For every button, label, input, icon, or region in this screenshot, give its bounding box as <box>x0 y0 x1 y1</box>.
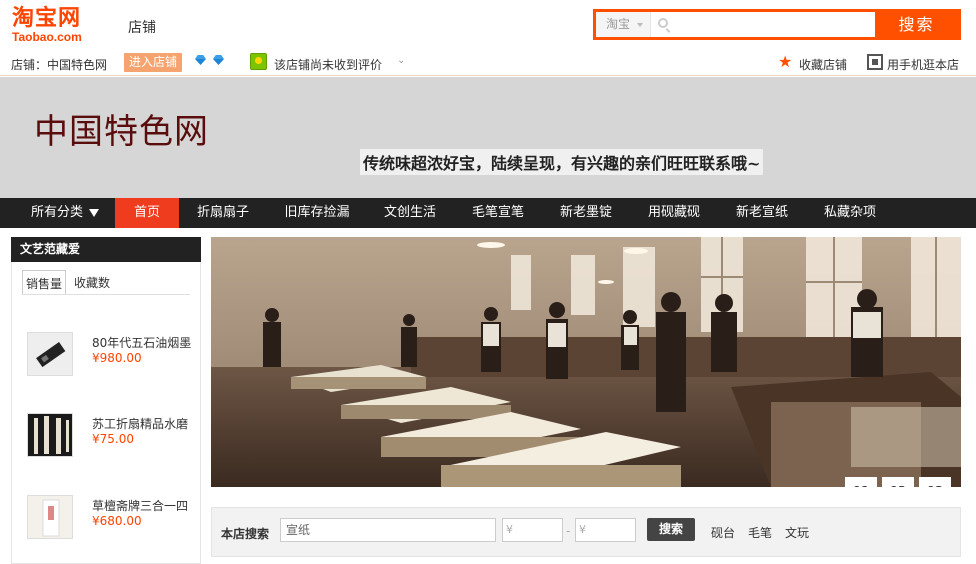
shop-info-bar: 店铺：中国特色网 进入店铺 该店铺尚未收到评价 ⌄ ★ 收藏店铺 用手机逛本店 <box>0 50 976 76</box>
mobile-label: 用手机逛本店 <box>887 58 960 72</box>
hot-keyword-link[interactable]: 毛笔 <box>748 524 772 541</box>
product-thumbnail[interactable] <box>27 495 73 539</box>
list-item[interactable]: 草檀斋牌三合一四 ¥680.00 <box>27 495 197 555</box>
product-name[interactable]: 80年代五石油烟墨 <box>92 334 191 351</box>
price-max-field[interactable]: ¥ <box>575 518 636 542</box>
shop-title: 中国特色网 <box>34 112 209 152</box>
rating-icon <box>250 53 267 70</box>
chevron-down-icon[interactable]: ⌄ <box>397 55 405 66</box>
nav-item-creative[interactable]: 文创生活 <box>375 198 445 228</box>
list-item[interactable]: 80年代五石油烟墨 ¥980.00 <box>27 332 197 392</box>
shop-name-line: 店铺：中国特色网 <box>11 56 107 73</box>
shop-name[interactable]: 中国特色网 <box>47 58 107 72</box>
nav-item-brushes[interactable]: 毛笔宣笔 <box>463 198 533 228</box>
ranking-panel: 文艺范藏爱 销售量 收藏数 80年代五石油烟墨 ¥980.00 苏工折扇精品水磨… <box>11 237 201 564</box>
rating-text: 该店铺尚未收到评价 <box>274 58 383 72</box>
product-name[interactable]: 草檀斋牌三合一四 <box>92 497 188 514</box>
all-categories-label: 所有分类 <box>31 205 84 220</box>
all-categories-menu[interactable]: 所有分类 <box>18 198 108 228</box>
product-price: ¥680.00 <box>92 514 142 528</box>
shop-search-label: 本店搜索 <box>221 527 270 541</box>
carousel-page-button[interactable]: 02 <box>882 477 914 487</box>
carousel-page-button[interactable]: 03 <box>919 477 951 487</box>
nav-item-fans[interactable]: 折扇扇子 <box>187 198 259 228</box>
enter-shop-button[interactable]: 进入店铺 <box>124 53 183 72</box>
nav-item-ink-sticks[interactable]: 新老墨锭 <box>551 198 621 228</box>
shop-search-button[interactable]: 搜索 <box>647 518 695 541</box>
tab-favorites[interactable]: 收藏数 <box>71 270 113 295</box>
price-min-field[interactable]: ¥ <box>502 518 563 542</box>
logo-en: Taobao.com <box>12 30 82 44</box>
global-search: 淘宝 搜索 <box>593 9 961 40</box>
panel-title: 文艺范藏爱 <box>11 237 201 262</box>
tab-divider <box>22 294 190 295</box>
tab-sales[interactable]: 销售量 <box>22 270 67 295</box>
taobao-logo[interactable]: 淘宝网 Taobao.com <box>12 6 102 45</box>
diamond-icon <box>213 55 224 65</box>
diamond-icon <box>195 55 206 65</box>
star-icon: ★ <box>778 52 793 71</box>
product-thumbnail[interactable] <box>27 332 73 376</box>
price-separator: - <box>566 524 571 538</box>
chevron-down-icon <box>637 23 643 27</box>
shop-label: 店铺： <box>11 58 48 72</box>
search-scope-label: 淘宝 <box>606 17 631 31</box>
favorite-label: 收藏店铺 <box>799 58 848 72</box>
hot-keyword-link[interactable]: 文玩 <box>785 524 809 541</box>
list-item[interactable]: 苏工折扇精品水磨 ¥75.00 <box>27 413 197 473</box>
hero-carousel[interactable]: 01 02 03 <box>211 237 961 487</box>
caret-down-icon <box>89 208 100 217</box>
nav-item-collectibles[interactable]: 私藏杂项 <box>815 198 885 228</box>
nav-item-xuan-paper[interactable]: 新老宣纸 <box>727 198 797 228</box>
product-name[interactable]: 苏工折扇精品水磨 <box>92 415 188 432</box>
carousel-page-button[interactable]: 01 <box>845 477 877 487</box>
workshop-photo <box>211 237 961 487</box>
shop-search-bar: 本店搜索 宣纸 ¥ - ¥ 搜索 砚台 毛笔 文玩 <box>211 507 961 557</box>
nav-item-old-stock[interactable]: 旧库存捡漏 <box>277 198 357 228</box>
logo-cn: 淘宝网 <box>12 6 82 31</box>
shop-slogan: 传统味超浓好宝，陆续呈现，有兴趣的亲们旺旺联系哦~ <box>360 149 764 175</box>
product-thumbnail[interactable] <box>27 413 73 457</box>
nav-item-inkstones[interactable]: 用砚藏砚 <box>639 198 709 228</box>
store-link[interactable]: 店铺 <box>128 17 156 37</box>
product-price: ¥75.00 <box>92 432 134 446</box>
search-scope-select[interactable]: 淘宝 <box>596 12 651 37</box>
hot-keyword-link[interactable]: 砚台 <box>711 524 735 541</box>
search-button[interactable]: 搜索 <box>875 12 958 37</box>
qrcode-icon <box>867 54 883 70</box>
category-nav: 所有分类 首页 折扇扇子 旧库存捡漏 文创生活 毛笔宣笔 新老墨锭 用砚藏砚 新… <box>0 198 976 228</box>
shop-search-input[interactable]: 宣纸 <box>280 518 496 542</box>
shop-banner: 中国特色网 传统味超浓好宝，陆续呈现，有兴趣的亲们旺旺联系哦~ <box>0 77 976 198</box>
nav-item-home[interactable]: 首页 <box>115 198 179 228</box>
search-input[interactable] <box>654 12 874 37</box>
product-price: ¥980.00 <box>92 351 142 365</box>
top-bar: 淘宝网 Taobao.com 店铺 淘宝 搜索 <box>0 0 976 50</box>
